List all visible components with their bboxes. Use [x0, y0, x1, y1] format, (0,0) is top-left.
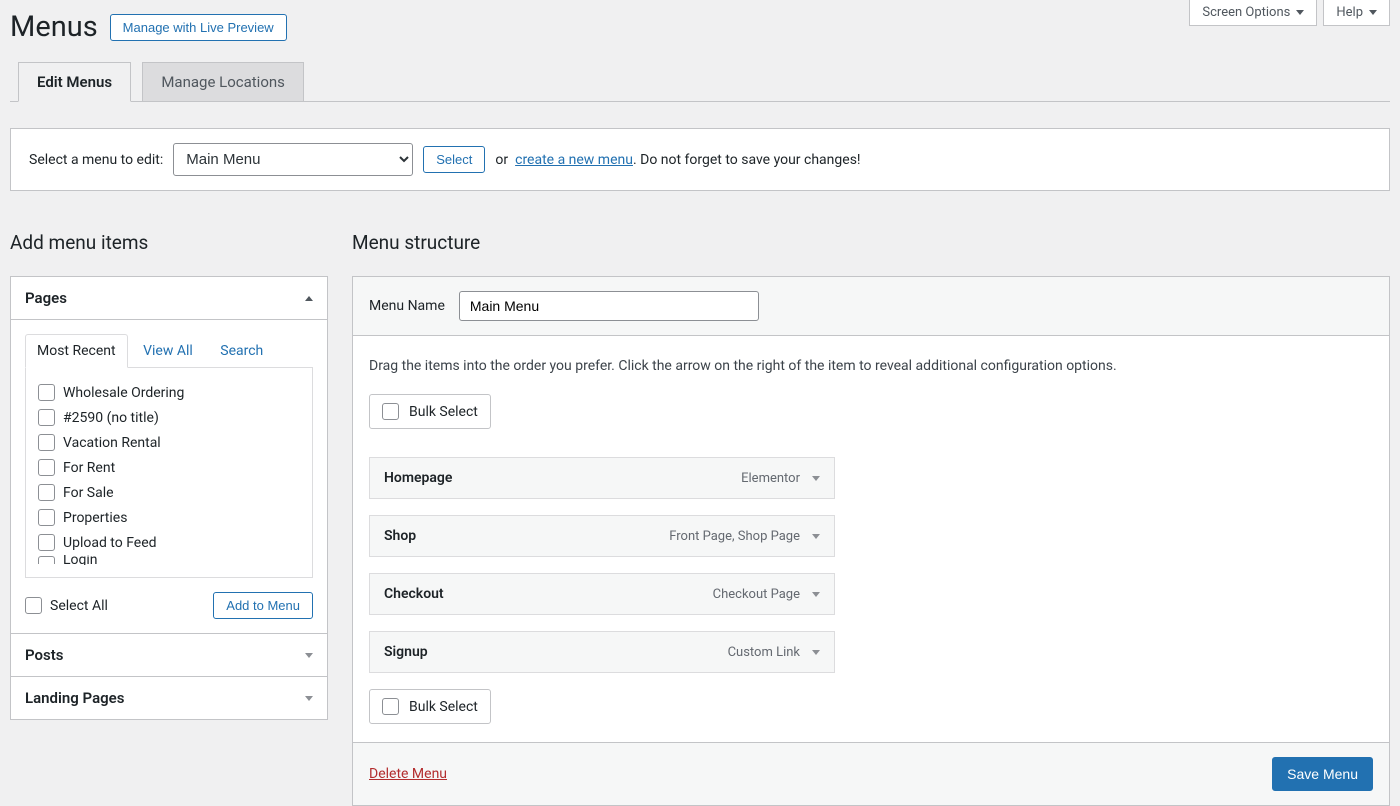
list-item[interactable]: Login	[38, 555, 300, 565]
chevron-down-icon	[1296, 10, 1304, 15]
or-text: or	[495, 152, 508, 168]
page-item-label: Wholesale Ordering	[63, 385, 184, 401]
menu-select-panel: Select a menu to edit: Main Menu Select …	[10, 128, 1390, 191]
checkbox[interactable]	[38, 534, 55, 551]
page-item-label: For Sale	[63, 485, 114, 501]
help-label: Help	[1336, 5, 1363, 20]
accordion-pages-title: Pages	[25, 289, 67, 307]
pages-list: Wholesale Ordering #2590 (no title) Vaca…	[25, 368, 313, 578]
chevron-down-icon[interactable]	[812, 476, 820, 481]
menu-item-title: Shop	[384, 528, 416, 544]
page-item-label: For Rent	[63, 460, 115, 476]
menu-item-type: Custom Link	[728, 645, 800, 660]
menu-item[interactable]: Checkout Checkout Page	[369, 573, 835, 615]
page-title: Menus	[10, 10, 98, 44]
menu-item-type: Front Page, Shop Page	[669, 529, 800, 544]
inner-tab-search[interactable]: Search	[208, 334, 275, 368]
chevron-down-icon	[305, 696, 313, 701]
add-menu-items-heading: Add menu items	[10, 231, 328, 254]
menu-select[interactable]: Main Menu	[173, 143, 413, 176]
chevron-down-icon	[1369, 10, 1377, 15]
chevron-down-icon[interactable]	[812, 650, 820, 655]
list-item[interactable]: #2590 (no title)	[38, 405, 300, 430]
menu-structure-heading: Menu structure	[352, 231, 1390, 254]
accordion-pages-header[interactable]: Pages	[11, 277, 327, 319]
menu-item[interactable]: Shop Front Page, Shop Page	[369, 515, 835, 557]
bulk-select-top[interactable]: Bulk Select	[369, 394, 491, 429]
bulk-select-label: Bulk Select	[409, 699, 478, 715]
page-item-label: Vacation Rental	[63, 435, 161, 451]
add-to-menu-button[interactable]: Add to Menu	[213, 592, 313, 619]
bulk-select-label: Bulk Select	[409, 404, 478, 420]
bulk-select-bottom[interactable]: Bulk Select	[369, 689, 491, 724]
list-item[interactable]: Vacation Rental	[38, 430, 300, 455]
menu-name-input[interactable]	[459, 291, 759, 321]
inner-tab-most-recent[interactable]: Most Recent	[25, 334, 128, 368]
help-tab[interactable]: Help	[1323, 0, 1390, 26]
screen-options-label: Screen Options	[1202, 5, 1290, 20]
chevron-down-icon	[305, 653, 313, 658]
select-all-label: Select All	[50, 598, 108, 614]
checkbox[interactable]	[38, 409, 55, 426]
menu-item-title: Checkout	[384, 586, 444, 602]
menu-item-title: Homepage	[384, 470, 452, 486]
list-item[interactable]: Properties	[38, 505, 300, 530]
menu-item[interactable]: Homepage Elementor	[369, 457, 835, 499]
checkbox[interactable]	[25, 597, 42, 614]
select-suffix: . Do not forget to save your changes!	[633, 152, 861, 168]
chevron-down-icon[interactable]	[812, 592, 820, 597]
page-item-label: Upload to Feed	[63, 535, 157, 551]
checkbox[interactable]	[38, 384, 55, 401]
checkbox[interactable]	[38, 484, 55, 501]
checkbox[interactable]	[38, 509, 55, 526]
list-item[interactable]: Wholesale Ordering	[38, 380, 300, 405]
inner-tab-view-all[interactable]: View All	[131, 334, 205, 368]
accordion-landing-pages-title: Landing Pages	[25, 689, 124, 707]
list-item[interactable]: For Sale	[38, 480, 300, 505]
menu-item-title: Signup	[384, 644, 428, 660]
tab-manage-locations[interactable]: Manage Locations	[142, 62, 304, 102]
checkbox[interactable]	[38, 459, 55, 476]
create-new-menu-link[interactable]: create a new menu	[515, 152, 633, 168]
chevron-down-icon[interactable]	[812, 534, 820, 539]
menu-name-label: Menu Name	[369, 298, 445, 314]
list-item[interactable]: Upload to Feed	[38, 530, 300, 555]
chevron-up-icon	[305, 296, 313, 301]
checkbox[interactable]	[38, 556, 55, 564]
menu-item-type: Elementor	[741, 471, 800, 486]
menu-item-type: Checkout Page	[713, 587, 800, 602]
accordion-posts-header[interactable]: Posts	[11, 633, 327, 676]
manage-live-preview-button[interactable]: Manage with Live Preview	[110, 14, 287, 41]
delete-menu-link[interactable]: Delete Menu	[369, 766, 447, 782]
accordion-landing-pages-header[interactable]: Landing Pages	[11, 676, 327, 719]
accordion-posts-title: Posts	[25, 646, 63, 664]
page-item-label: #2590 (no title)	[63, 410, 159, 426]
checkbox[interactable]	[38, 434, 55, 451]
select-button[interactable]: Select	[423, 146, 485, 173]
page-item-label: Login	[63, 555, 98, 565]
tab-edit-menus[interactable]: Edit Menus	[18, 62, 131, 102]
select-menu-label: Select a menu to edit:	[29, 152, 163, 168]
page-item-label: Properties	[63, 510, 127, 526]
select-all[interactable]: Select All	[25, 597, 108, 614]
menu-item[interactable]: Signup Custom Link	[369, 631, 835, 673]
menu-instruction: Drag the items into the order you prefer…	[369, 358, 1373, 374]
list-item[interactable]: For Rent	[38, 455, 300, 480]
save-menu-button[interactable]: Save Menu	[1272, 757, 1373, 791]
screen-options-tab[interactable]: Screen Options	[1189, 0, 1317, 26]
checkbox[interactable]	[382, 403, 399, 420]
checkbox[interactable]	[382, 698, 399, 715]
